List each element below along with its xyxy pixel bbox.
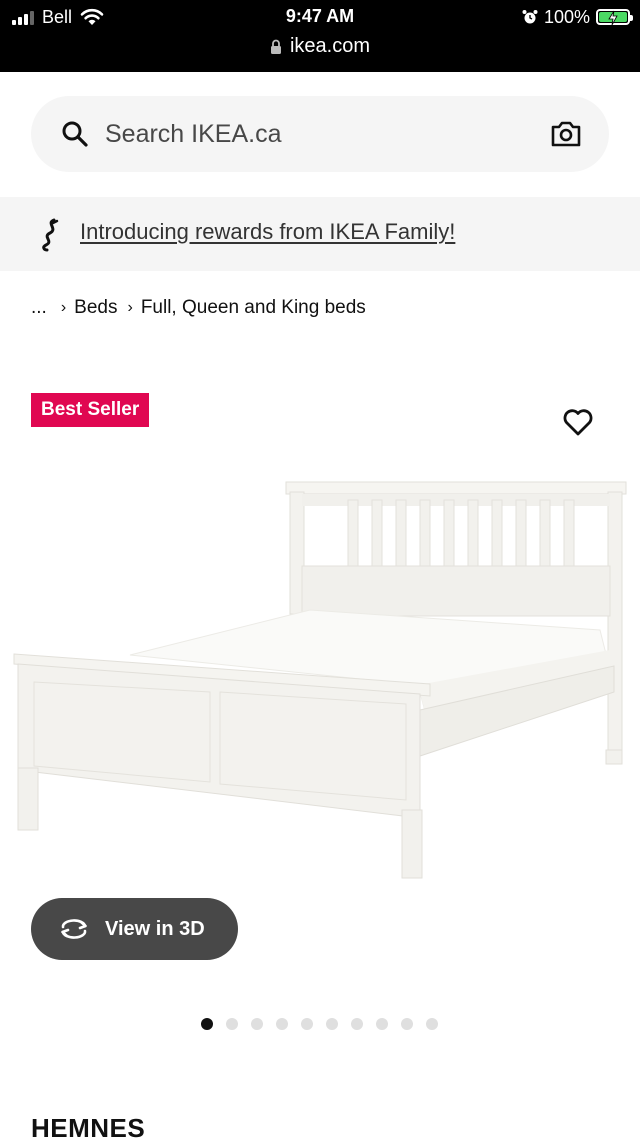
promo-banner: Introducing rewards from IKEA Family! xyxy=(0,197,640,271)
carousel-dot[interactable] xyxy=(376,1018,388,1030)
breadcrumb-beds[interactable]: Beds xyxy=(74,297,117,319)
carousel-dot[interactable] xyxy=(301,1018,313,1030)
carousel-dot[interactable] xyxy=(276,1018,288,1030)
ikea-family-icon xyxy=(42,218,59,252)
carousel-dot[interactable] xyxy=(351,1018,363,1030)
promo-link[interactable]: Introducing rewards from IKEA Family! xyxy=(80,219,455,245)
status-bar: Bell 9:47 AM 100% ikea.com xyxy=(0,0,640,72)
best-seller-badge: Best Seller xyxy=(31,393,150,427)
alarm-icon xyxy=(522,10,538,24)
carousel-dot[interactable] xyxy=(201,1018,213,1030)
battery-icon xyxy=(596,9,633,26)
battery-percent: 100% xyxy=(543,6,590,27)
carousel-dot[interactable] xyxy=(226,1018,238,1030)
chevron-right-icon: › xyxy=(60,299,67,316)
heart-icon[interactable] xyxy=(562,408,594,436)
lock-icon xyxy=(270,39,281,54)
url-text: ikea.com xyxy=(289,34,371,57)
chevron-right-icon: › xyxy=(127,299,133,316)
camera-icon[interactable] xyxy=(551,120,581,148)
breadcrumb-ellipsis[interactable]: ... xyxy=(31,297,47,319)
rotate-3d-icon xyxy=(61,919,87,939)
product-title: HEMNES xyxy=(31,1113,146,1138)
carousel-dot[interactable] xyxy=(426,1018,438,1030)
search-input[interactable] xyxy=(105,116,525,152)
carousel-dot[interactable] xyxy=(401,1018,413,1030)
search-bar[interactable] xyxy=(31,96,609,172)
breadcrumb: ... › Beds › Full, Queen and King beds xyxy=(31,297,366,319)
view-in-3d-label: View in 3D xyxy=(105,917,205,940)
carousel-dot[interactable] xyxy=(251,1018,263,1030)
product-image[interactable] xyxy=(10,470,630,890)
carousel-dot[interactable] xyxy=(326,1018,338,1030)
search-icon[interactable] xyxy=(61,120,89,148)
image-carousel-indicator xyxy=(201,1018,438,1030)
address-bar[interactable]: ikea.com xyxy=(0,32,640,60)
view-in-3d-button[interactable]: View in 3D xyxy=(31,898,238,960)
breadcrumb-current[interactable]: Full, Queen and King beds xyxy=(141,297,366,319)
